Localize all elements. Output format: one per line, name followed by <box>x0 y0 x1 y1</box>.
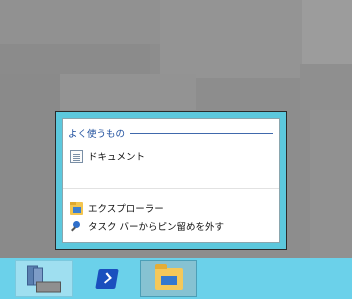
jump-list: よく使うもの ドキュメント エクスプローラー タスク バーからピン留めを外す <box>55 111 287 250</box>
jump-item-unpin[interactable]: タスク バーからピン留めを外す <box>70 218 274 234</box>
unpin-icon <box>70 220 83 233</box>
taskbar <box>0 258 352 299</box>
jump-item-label: ドキュメント <box>88 152 146 163</box>
desktop-tile <box>160 0 302 78</box>
taskbar-button-powershell[interactable] <box>79 260 134 297</box>
desktop-tile <box>302 0 352 64</box>
taskbar-button-file-explorer[interactable] <box>140 260 197 297</box>
desktop-tile <box>0 74 60 258</box>
desktop-tile <box>60 74 196 110</box>
frequent-section-header: よく使うもの <box>68 126 273 140</box>
section-divider <box>130 132 273 134</box>
jump-list-panel: よく使うもの ドキュメント エクスプローラー タスク バーからピン留めを外す <box>62 118 280 243</box>
jump-item-documents[interactable]: ドキュメント <box>70 148 274 164</box>
section-title: よく使うもの <box>68 129 126 140</box>
taskbar-button-server-manager[interactable] <box>15 260 73 297</box>
desktop-tile <box>0 44 150 74</box>
jump-item-label: タスク バーからピン留めを外す <box>88 222 225 233</box>
jump-item-label: エクスプローラー <box>88 204 164 215</box>
desktop-tile <box>300 64 352 110</box>
document-icon <box>70 149 83 163</box>
tasks-separator <box>63 188 279 189</box>
jump-item-explorer[interactable]: エクスプローラー <box>70 200 274 216</box>
file-explorer-icon <box>154 263 183 290</box>
server-manager-icon <box>27 265 61 292</box>
desktop-tile <box>310 110 352 258</box>
folder-icon <box>70 201 83 215</box>
powershell-icon <box>94 268 119 289</box>
